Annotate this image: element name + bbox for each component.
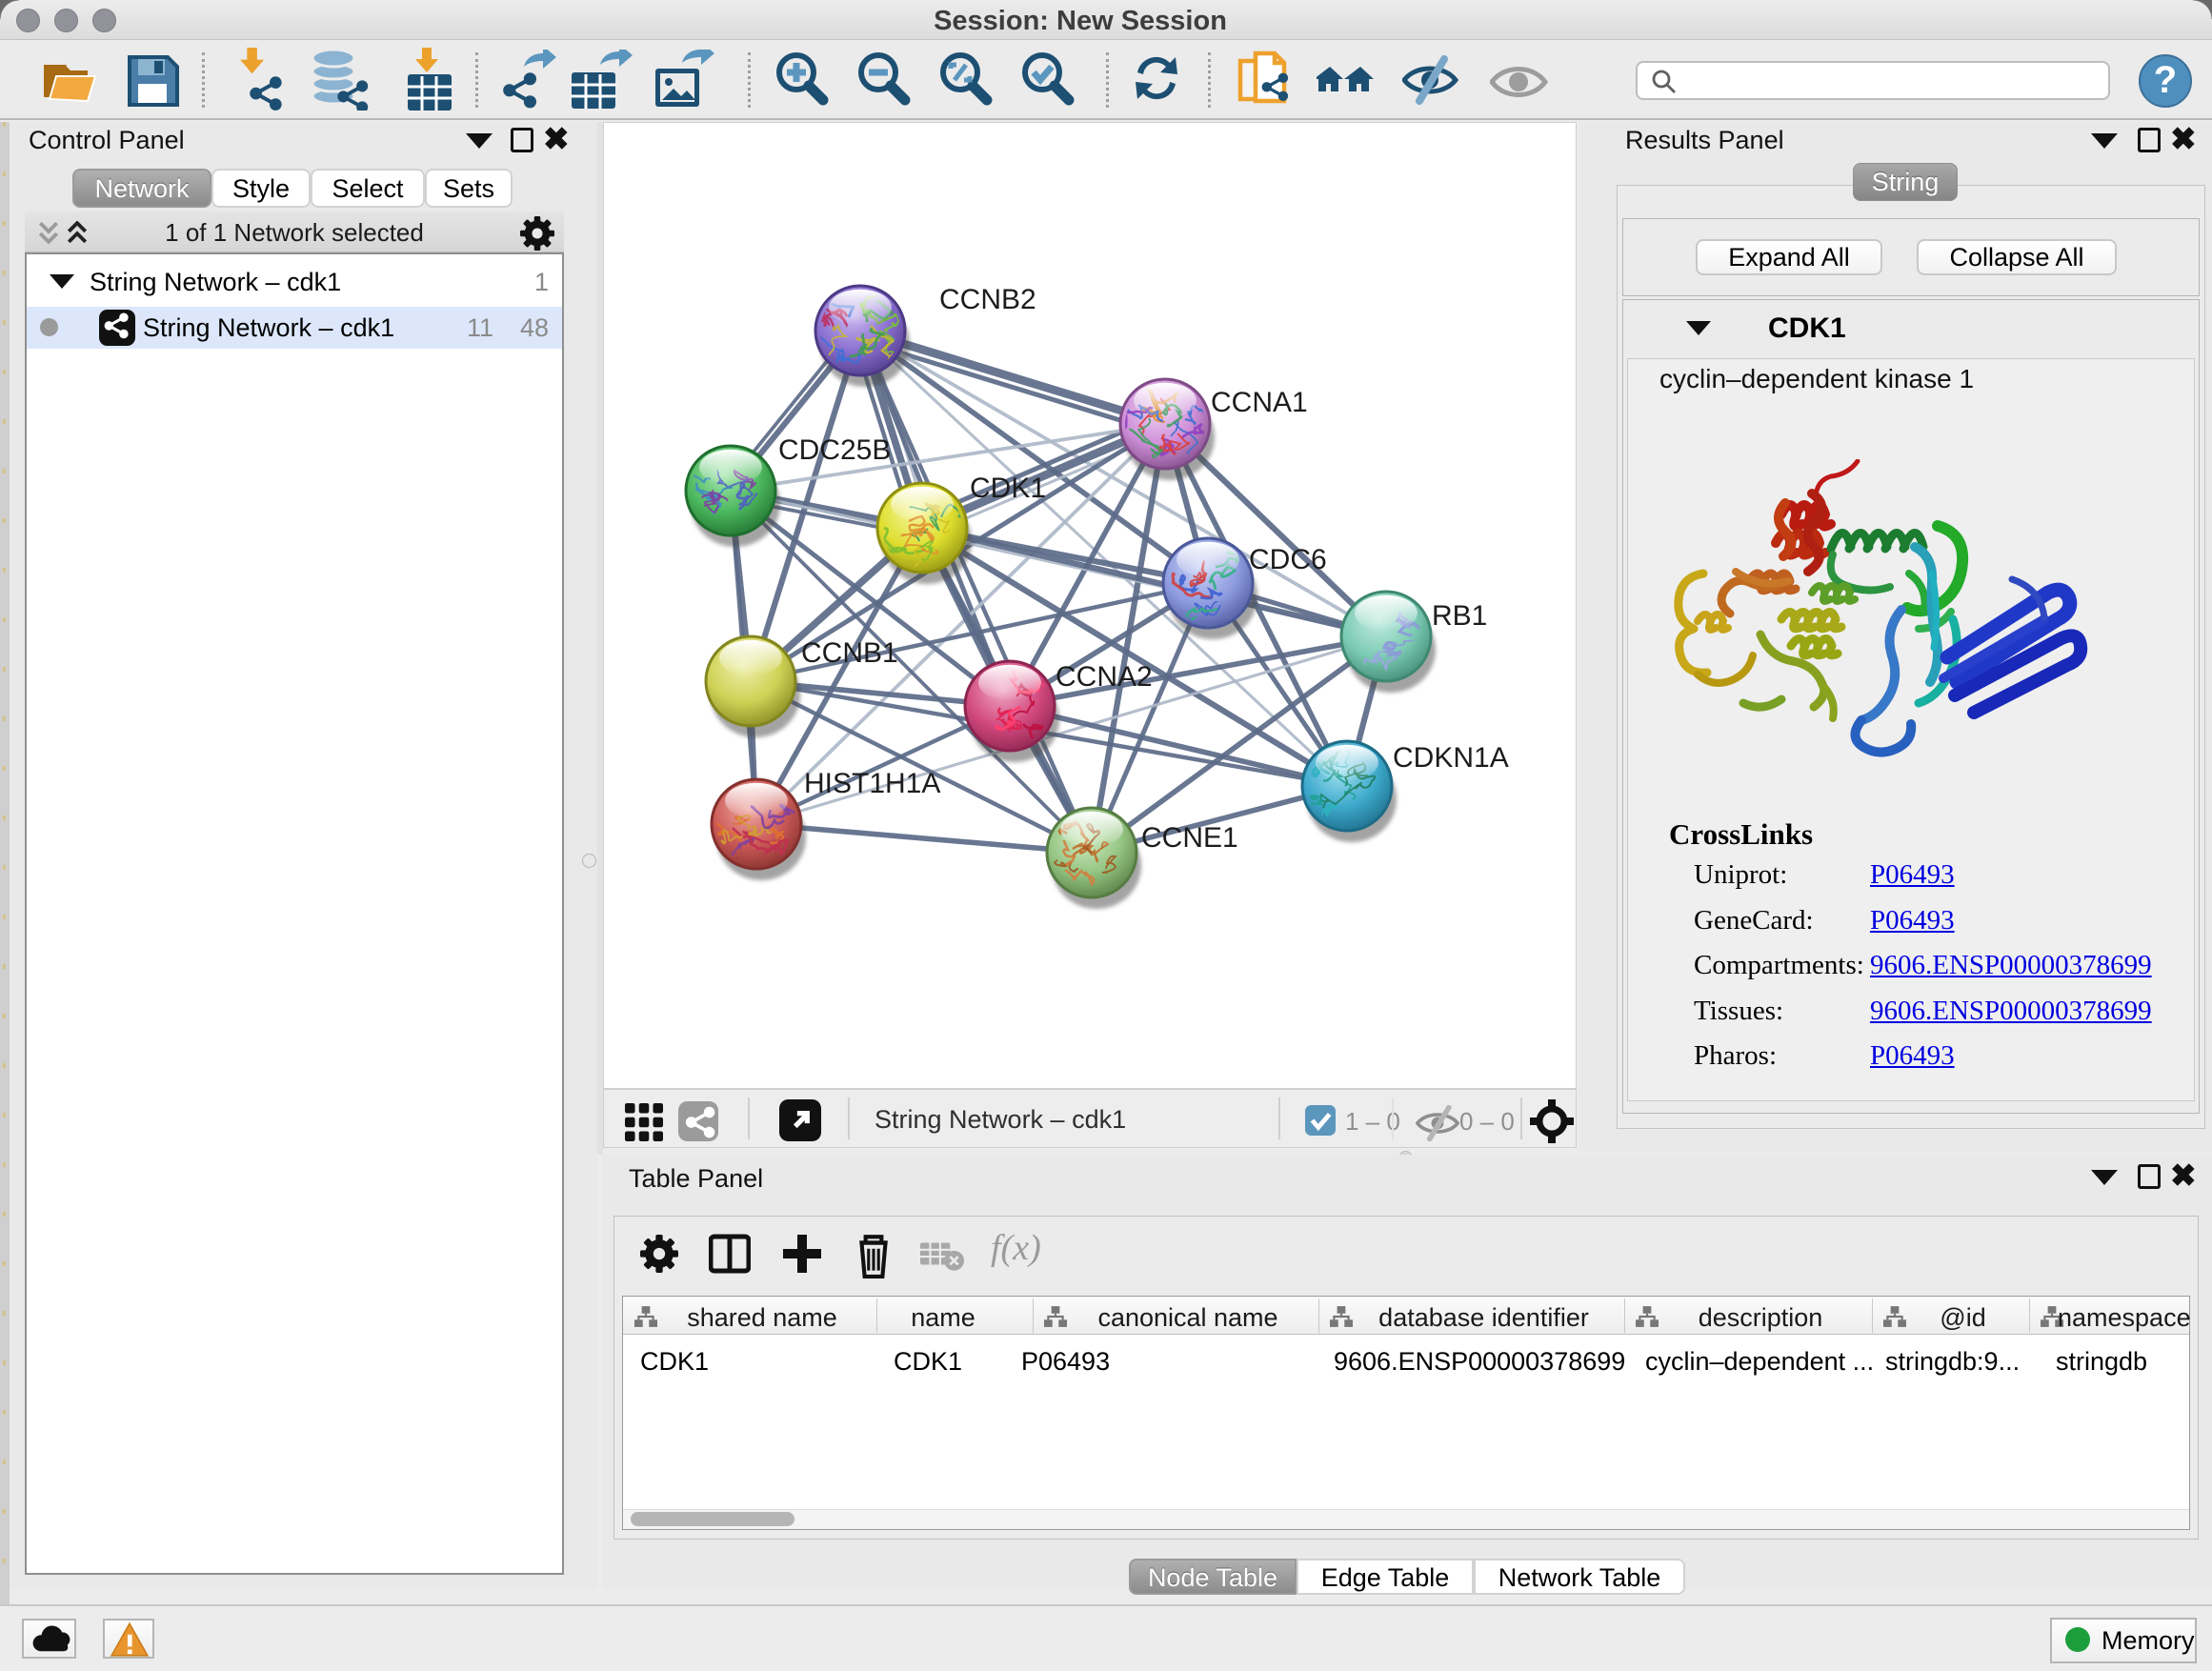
svg-text:CCNB2: CCNB2	[939, 284, 1036, 315]
svg-text:CDK1: CDK1	[970, 473, 1046, 504]
svg-text:CDC6: CDC6	[1249, 544, 1327, 575]
svg-text:CCNA2: CCNA2	[1056, 661, 1153, 693]
svg-text:HIST1H1A: HIST1H1A	[804, 768, 940, 799]
svg-text:CCNA1: CCNA1	[1211, 387, 1308, 418]
svg-text:?: ?	[2154, 59, 2177, 101]
svg-text:CCNB1: CCNB1	[801, 637, 898, 669]
svg-text:RB1: RB1	[1432, 600, 1487, 632]
svg-text:CDKN1A: CDKN1A	[1393, 742, 1509, 774]
svg-text:CDC25B: CDC25B	[778, 434, 891, 466]
svg-text:CCNE1: CCNE1	[1141, 822, 1238, 854]
